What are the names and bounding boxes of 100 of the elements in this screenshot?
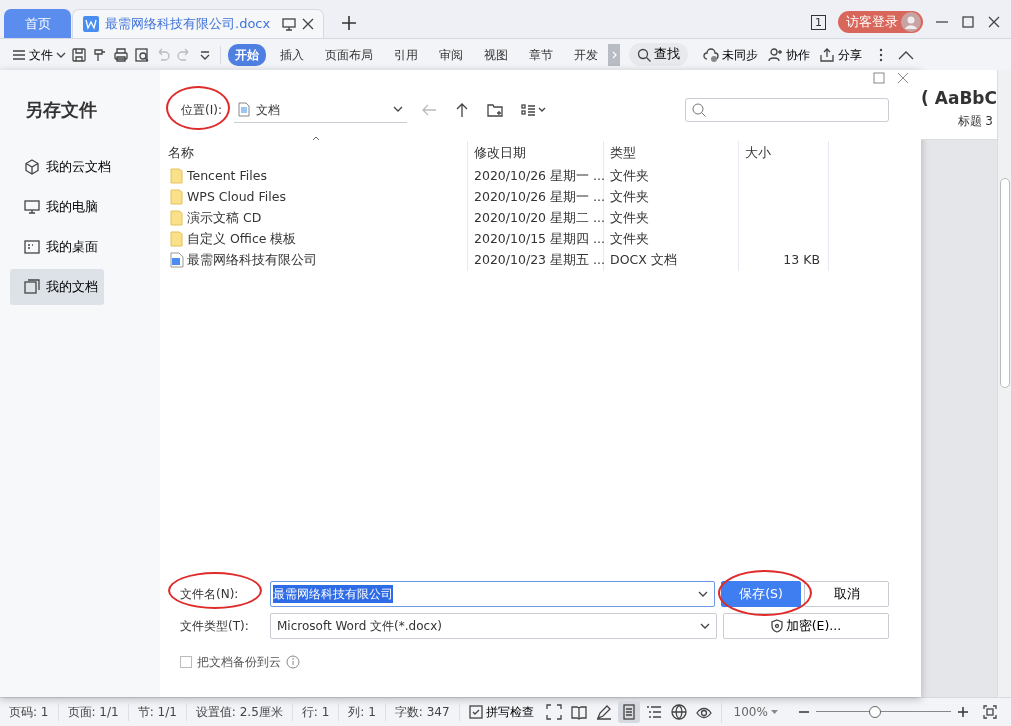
file-name[interactable]: Tencent Files (187, 165, 267, 186)
chevron-down-icon (392, 106, 403, 113)
more-icon[interactable] (879, 46, 883, 63)
column-header[interactable]: 修改日期 (468, 141, 603, 165)
sidebar-item[interactable]: 我的文档 (10, 269, 104, 305)
fullscreen-icon (545, 704, 562, 720)
table-cell-text: 2020/10/26 星期一 ... (473, 167, 603, 185)
field-label: 文件类型(T): (180, 618, 250, 635)
checkbox-label[interactable]: 把文档备份到云 (197, 653, 281, 671)
caret-icon (56, 50, 66, 59)
check-box-icon (468, 705, 483, 719)
table-cell-text: 13 KB (782, 251, 821, 269)
chevron-down-icon (700, 622, 710, 630)
spell-check-button[interactable]: 拼写检查 (459, 703, 543, 721)
location-dropdown[interactable]: 文档 (233, 97, 407, 123)
ribbon-tab[interactable]: 章节 (522, 43, 560, 66)
window-count[interactable]: 1 (811, 14, 826, 30)
ribbon-tab[interactable]: 开发 (567, 43, 605, 66)
sync-status[interactable]: 未同步 (703, 45, 758, 64)
ribbon-tab[interactable]: 审阅 (432, 43, 470, 66)
encrypt-button[interactable]: 加密(E)... (723, 613, 889, 639)
field-label: 文件名(N): (180, 587, 239, 601)
table-cell-text: 文件夹 (609, 209, 650, 227)
save-button[interactable]: 保存(S) (721, 581, 801, 607)
share-button[interactable]: 分享 (819, 45, 862, 64)
zoom-in-icon[interactable] (957, 706, 969, 718)
scrollbar[interactable] (997, 70, 1011, 697)
add-tab-icon[interactable] (342, 16, 356, 30)
status-item: 行: 1 (292, 703, 340, 721)
sidebar-item[interactable]: 我的云文档 (10, 149, 117, 185)
ribbon-tab[interactable]: 插入 (273, 43, 311, 66)
search-field[interactable] (685, 98, 889, 122)
status-item: 列: 1 (339, 703, 386, 721)
page-view-button[interactable] (617, 701, 640, 723)
ribbon-tab[interactable]: 开始 (228, 43, 266, 66)
file-name[interactable]: 自定义 Office 模板 (187, 228, 297, 249)
zoom-slider[interactable] (815, 706, 951, 718)
info-icon[interactable] (286, 655, 300, 669)
sidebar-item[interactable]: 我的电脑 (10, 189, 104, 225)
style-gallery[interactable]: ( AaBbC 标题 3 (921, 70, 997, 140)
pen-icon (595, 704, 612, 720)
up-arrow-icon[interactable] (454, 102, 469, 118)
page-icon (620, 704, 637, 720)
fit-window-icon[interactable] (983, 705, 997, 719)
file-type-dropdown[interactable]: Microsoft Word 文件(*.docx) (270, 613, 717, 639)
document-icon (237, 102, 250, 117)
file-menu[interactable]: 文件 (12, 45, 66, 64)
column-header[interactable]: 类型 (604, 141, 738, 165)
checkbox[interactable] (180, 656, 192, 668)
dialog-title: 另存文件 (24, 98, 98, 122)
document-icon (170, 251, 184, 268)
table-cell-text: DOCX 文档 (609, 251, 678, 269)
cube-icon (24, 159, 40, 175)
save-icon[interactable] (71, 46, 87, 63)
column-header[interactable]: 大小 (739, 141, 828, 165)
file-name[interactable]: 最需网络科技有限公司 (187, 249, 317, 270)
user-add-icon (767, 46, 783, 63)
caret-icon (770, 710, 778, 714)
zoom-dropdown[interactable]: 100% (727, 702, 784, 722)
status-item: 节: 1/1 (128, 703, 187, 721)
status-item: 页码: 1 (0, 703, 59, 721)
search-icon (692, 103, 706, 117)
file-name[interactable]: WPS Cloud Files (187, 186, 286, 207)
status-item: 页面: 1/1 (58, 703, 129, 721)
ribbon-tab[interactable]: 视图 (477, 43, 515, 66)
share-icon (819, 46, 835, 63)
close-icon[interactable] (302, 18, 315, 30)
new-folder-icon[interactable] (486, 103, 503, 117)
ribbon-tab[interactable]: 引用 (387, 43, 425, 66)
desktop-icon (24, 239, 40, 255)
find-button[interactable]: 查找 (629, 43, 688, 66)
sidebar-item[interactable]: 我的桌面 (10, 229, 104, 265)
file-name-field[interactable]: 最需网络科技有限公司 (270, 581, 715, 607)
ribbon-tab[interactable]: 页面布局 (318, 43, 380, 66)
app-tab[interactable]: 最需网络科技有限公司.docx (72, 9, 324, 38)
print-preview-icon[interactable] (134, 46, 150, 63)
status-item: 字数: 347 (385, 703, 460, 721)
search-icon (637, 47, 651, 62)
slider-thumb[interactable] (869, 706, 882, 718)
collaborate-button[interactable]: 协作 (767, 45, 810, 64)
monitor-icon (24, 199, 40, 215)
print-icon[interactable] (113, 46, 129, 63)
table-cell-text: 2020/10/15 星期四 ... (473, 230, 603, 248)
guest-login-button[interactable]: 访客登录 (838, 11, 923, 33)
table-cell-text: 文件夹 (609, 188, 650, 206)
annotation-circle (166, 86, 230, 130)
table-cell-text: 文件夹 (609, 230, 650, 248)
close-icon[interactable] (987, 15, 1001, 29)
column-header[interactable]: 名称 (168, 141, 467, 165)
table-cell-text: 2020/10/20 星期二 ... (473, 209, 603, 227)
chevron-down-icon (698, 590, 708, 598)
cancel-button[interactable]: 取消 (804, 581, 889, 607)
file-name[interactable]: 演示文稿 CD (187, 207, 262, 228)
outline-icon (645, 704, 662, 720)
sort-ascending-icon[interactable] (312, 136, 320, 141)
status-item: 设置值: 2.5厘米 (186, 703, 293, 721)
format-painter-icon[interactable] (92, 46, 108, 63)
collapse-icon[interactable] (898, 49, 914, 60)
location-label: 位置(I): (181, 103, 222, 117)
maximize-icon[interactable] (961, 15, 975, 29)
